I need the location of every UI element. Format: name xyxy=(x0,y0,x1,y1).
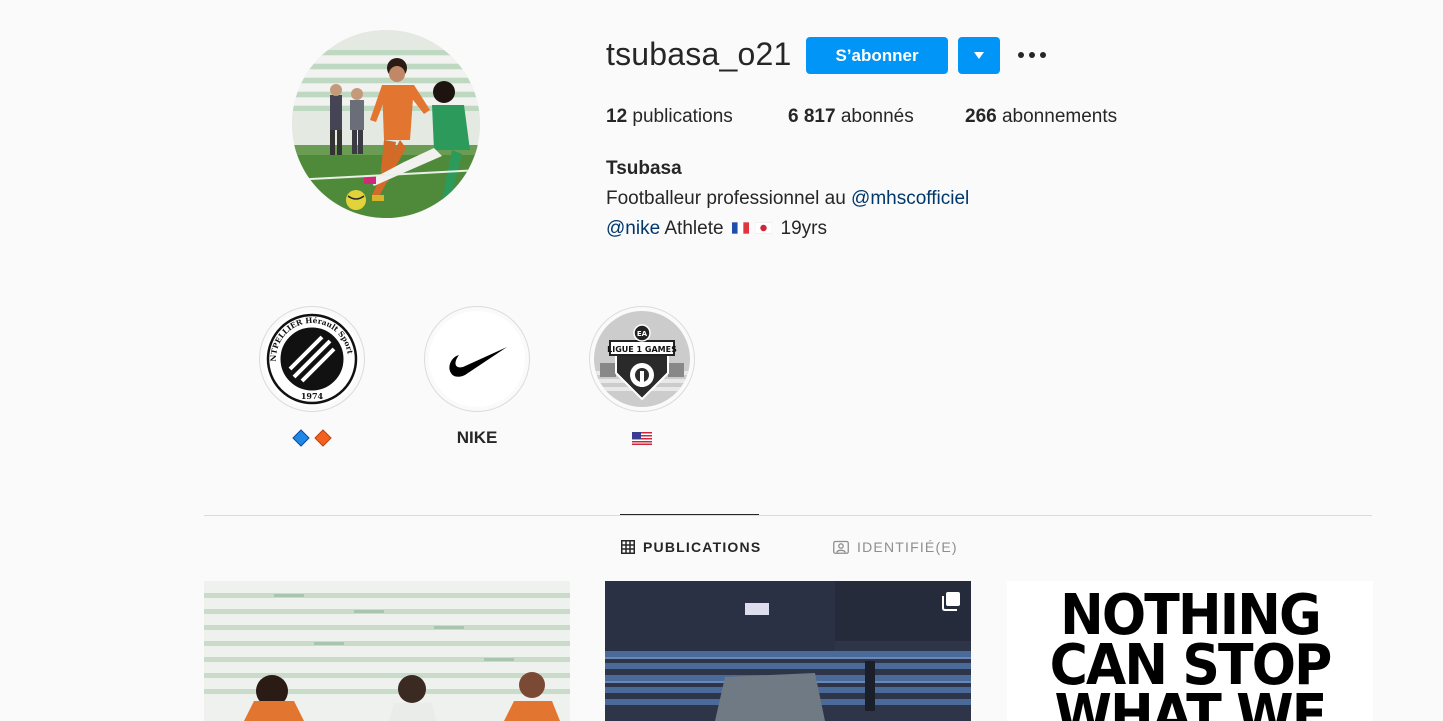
blue-diamond-icon xyxy=(292,429,310,447)
multiple-photos-icon xyxy=(942,592,960,611)
followers-count-value: 6 817 xyxy=(788,106,836,127)
france-flag-icon xyxy=(731,222,749,234)
japan-flag-icon xyxy=(754,222,772,234)
ligue-1-games-logo: LIGUE 1 GAMES EA xyxy=(594,311,690,407)
mention-link-mhscofficiel[interactable]: @mhscofficiel xyxy=(851,188,969,209)
ligue-1-games-logo-text: LIGUE 1 GAMES xyxy=(607,345,677,354)
more-dot-icon xyxy=(1040,52,1046,58)
post-1-image xyxy=(204,581,570,721)
grid-icon xyxy=(621,540,635,554)
profile-photo xyxy=(292,30,480,218)
bio-age: 19yrs xyxy=(780,218,828,239)
following-link[interactable]: 266 abonnements xyxy=(965,106,1117,128)
profile-full-name: Tsubasa xyxy=(606,158,682,179)
post-thumbnail-3[interactable]: NOTHING CAN STOP WHAT WE xyxy=(1007,581,1373,721)
highlight-mhsc[interactable]: MONTPELLIER Hérault Sport Club 1974 xyxy=(259,306,365,412)
post-2-image xyxy=(605,581,971,721)
highlight-label-mhsc xyxy=(259,427,365,449)
following-count-label: abonnements xyxy=(1001,106,1118,127)
followers-count-label: abonnés xyxy=(840,106,914,127)
mention-link-nike[interactable]: @nike xyxy=(606,218,660,240)
tab-tagged-label: IDENTIFIÉ(E) xyxy=(857,539,958,555)
posts-count-label: publications xyxy=(632,106,733,127)
active-tab-indicator xyxy=(620,514,759,515)
orange-diamond-icon xyxy=(314,429,332,447)
bio-line-2: @nike Athlete 19yrs xyxy=(606,218,827,240)
highlight-nike[interactable] xyxy=(424,306,530,412)
highlight-label-ligue1 xyxy=(589,427,695,449)
tab-publications-label: PUBLICATIONS xyxy=(643,539,762,555)
posts-count: 12 publications xyxy=(606,106,733,128)
following-count-value: 266 xyxy=(965,106,997,127)
chevron-down-icon xyxy=(974,52,984,59)
tabs-divider xyxy=(204,515,1372,516)
bio-text: Footballeur professionnel au xyxy=(606,188,852,209)
tab-tagged[interactable]: IDENTIFIÉ(E) xyxy=(833,539,958,555)
tab-publications[interactable]: PUBLICATIONS xyxy=(621,539,761,555)
highlight-label-nike: NIKE xyxy=(456,428,498,447)
profile-username: tsubasa_o21 xyxy=(606,36,792,72)
ea-logo-text: EA xyxy=(637,330,648,338)
post-thumbnail-1[interactable] xyxy=(204,581,570,721)
bio-line-1: Footballeur professionnel au @mhscoffici… xyxy=(606,188,969,210)
post-3-text-line-3: WHAT WE xyxy=(1054,683,1328,721)
profile-avatar[interactable] xyxy=(292,30,480,218)
us-flag-icon xyxy=(632,431,652,445)
mhsc-logo: MONTPELLIER Hérault Sport Club 1974 xyxy=(264,311,360,407)
more-options-button[interactable] xyxy=(1012,44,1052,66)
bio-text: Athlete xyxy=(660,218,724,239)
tagged-icon xyxy=(833,540,849,554)
nike-swoosh-logo xyxy=(429,311,525,407)
suggested-accounts-dropdown-button[interactable] xyxy=(958,37,1000,74)
mhsc-logo-year: 1974 xyxy=(301,391,324,401)
follow-button[interactable]: S’abonner xyxy=(806,37,948,74)
followers-link[interactable]: 6 817 abonnés xyxy=(788,106,914,128)
more-dot-icon xyxy=(1029,52,1035,58)
post-thumbnail-2[interactable] xyxy=(605,581,971,721)
more-dot-icon xyxy=(1018,52,1024,58)
highlight-ligue1-games[interactable]: LIGUE 1 GAMES EA xyxy=(589,306,695,412)
posts-count-value: 12 xyxy=(606,106,628,127)
